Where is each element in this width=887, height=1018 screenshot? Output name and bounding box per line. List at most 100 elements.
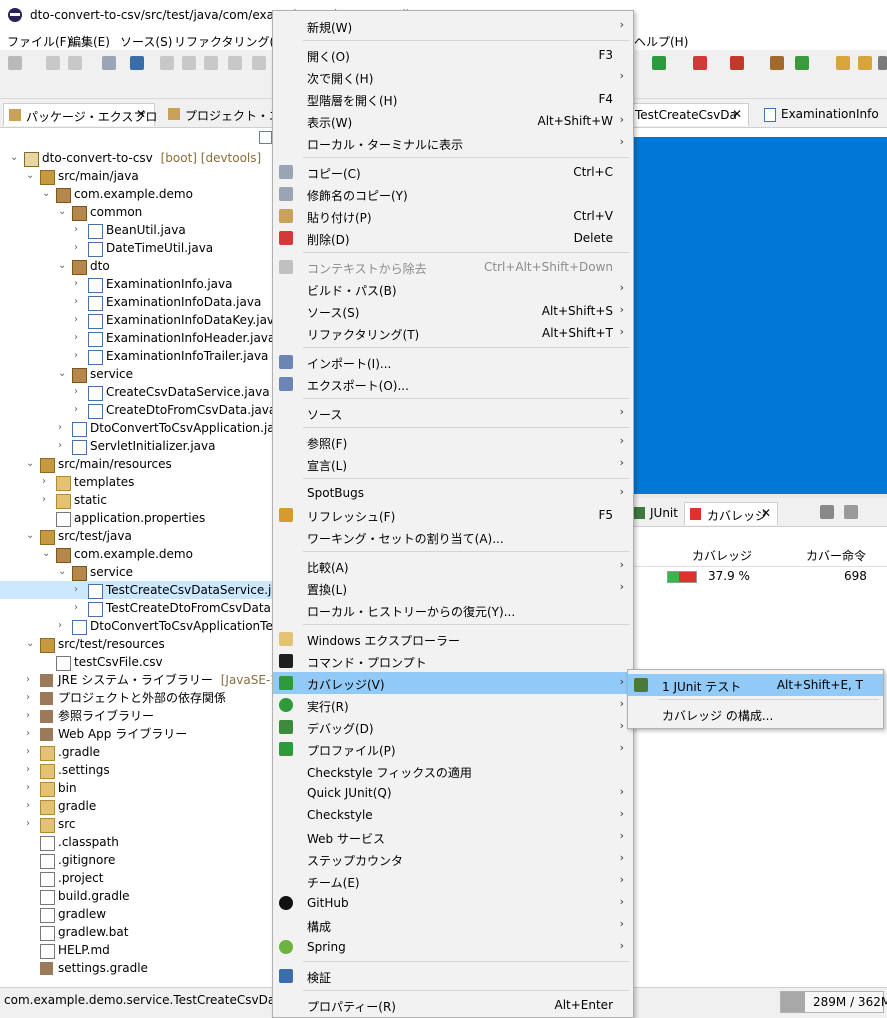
- tree-item[interactable]: ⌄ src/main/java: [0, 167, 272, 185]
- tree-item[interactable]: › src: [0, 815, 272, 833]
- menu-item[interactable]: 修飾名のコピー(Y): [273, 183, 633, 205]
- tree-item[interactable]: › ServletInitializer.java: [0, 437, 272, 455]
- tree-item[interactable]: › ExaminationInfoData.java: [0, 293, 272, 311]
- tree-item[interactable]: testCsvFile.csv: [0, 653, 272, 671]
- step-icon[interactable]: [252, 56, 266, 70]
- chevron-right-icon[interactable]: ›: [58, 437, 68, 455]
- menu-item[interactable]: ステップカウンタ ›: [273, 848, 633, 870]
- chevron-right-icon[interactable]: ›: [74, 329, 84, 347]
- coverage-column-header[interactable]: カバレッジ: [692, 547, 752, 564]
- chevron-right-icon[interactable]: ›: [42, 473, 52, 491]
- chevron-down-icon[interactable]: ⌄: [58, 365, 68, 383]
- menu-item[interactable]: Checkstyle フィックスの適用: [273, 760, 633, 782]
- chevron-down-icon[interactable]: ⌄: [58, 203, 68, 221]
- menu-help[interactable]: ヘルプ(H): [634, 33, 688, 50]
- menu-item[interactable]: インポート(I)...: [273, 351, 633, 373]
- collapse-all-icon[interactable]: [259, 131, 272, 144]
- menu-item[interactable]: 表示(W) Alt+Shift+W ›: [273, 110, 633, 132]
- tree-item[interactable]: ⌄ service: [0, 365, 272, 383]
- menu-edit[interactable]: 編集(E): [69, 33, 110, 50]
- resume-icon[interactable]: [160, 56, 174, 70]
- chevron-right-icon[interactable]: ›: [26, 761, 36, 779]
- menu-item[interactable]: チーム(E) ›: [273, 870, 633, 892]
- tree-item[interactable]: ⌄ src/test/resources: [0, 635, 272, 653]
- heap-status[interactable]: 289M / 362M: [780, 991, 887, 1013]
- chevron-right-icon[interactable]: ›: [26, 707, 36, 725]
- tree-item[interactable]: ⌄ common: [0, 203, 272, 221]
- menu-item[interactable]: リフレッシュ(F) F5: [273, 504, 633, 526]
- menu-item[interactable]: 開く(O) F3: [273, 44, 633, 66]
- tab-package-explorer[interactable]: パッケージ・エクスプロ ✕: [3, 103, 157, 126]
- chevron-right-icon[interactable]: ›: [74, 239, 84, 257]
- chevron-right-icon[interactable]: ›: [58, 617, 68, 635]
- tree-item[interactable]: HELP.md: [0, 941, 272, 959]
- menu-item[interactable]: 次で開く(H) ›: [273, 66, 633, 88]
- tree-item[interactable]: › DateTimeUtil.java: [0, 239, 272, 257]
- search-toolbar-icon[interactable]: [878, 56, 887, 70]
- tab-testcreatecsvdataservice[interactable]: TestCreateCsvDa ✕: [632, 103, 749, 126]
- menu-item[interactable]: プロファイル(P) ›: [273, 738, 633, 760]
- spotbugs-icon[interactable]: [730, 56, 744, 70]
- tree-item[interactable]: › ExaminationInfo.java: [0, 275, 272, 293]
- tree-item[interactable]: › ExaminationInfoHeader.java: [0, 329, 275, 347]
- console-icon[interactable]: [130, 56, 144, 70]
- menu-item[interactable]: カバレッジ の構成...: [628, 703, 883, 725]
- tree-item[interactable]: › gradle: [0, 797, 272, 815]
- suspend-icon[interactable]: [182, 56, 196, 70]
- new-icon[interactable]: [8, 56, 22, 70]
- disconnect-icon[interactable]: [228, 56, 242, 70]
- chevron-right-icon[interactable]: ›: [74, 347, 84, 365]
- menu-item[interactable]: ローカル・ターミナルに表示 ›: [273, 132, 633, 154]
- chevron-right-icon[interactable]: ›: [74, 599, 84, 617]
- menu-item[interactable]: 削除(D) Delete: [273, 227, 633, 249]
- tree-item[interactable]: .gitignore: [0, 851, 272, 869]
- covered-instructions-column-header[interactable]: カバー命令: [806, 547, 866, 564]
- tree-item[interactable]: › CreateDtoFromCsvData.java: [0, 401, 276, 419]
- tree-item[interactable]: gradlew.bat: [0, 923, 272, 941]
- menu-item[interactable]: 実行(R) ›: [273, 694, 633, 716]
- tab-examinationinfo[interactable]: ExaminationInfo: [759, 103, 887, 125]
- menu-item[interactable]: ワーキング・セットの割り当て(A)...: [273, 526, 633, 548]
- tree-item[interactable]: build.gradle: [0, 887, 272, 905]
- chevron-down-icon[interactable]: ⌄: [26, 455, 36, 473]
- tree-item[interactable]: › DtoConvertToCsvApplicationTests.ja: [0, 617, 305, 635]
- tree-item[interactable]: › DtoConvertToCsvApplication.java: [0, 419, 289, 437]
- tree-item[interactable]: ⌄ dto-convert-to-csv [boot] [devtools]: [0, 149, 272, 167]
- tab-coverage[interactable]: カバレッジ ✕: [684, 502, 778, 525]
- view-menu-icon[interactable]: [844, 505, 858, 519]
- tree-item[interactable]: › JRE システム・ライブラリー [JavaSE-17]: [0, 671, 290, 689]
- tree-item[interactable]: ⌄ com.example.demo: [0, 545, 272, 563]
- menu-item[interactable]: 新規(W) ›: [273, 15, 633, 37]
- chevron-right-icon[interactable]: ›: [26, 797, 36, 815]
- tree-item[interactable]: ⌄ dto: [0, 257, 272, 275]
- tab-project-explorer[interactable]: プロジェクト・エクス: [163, 103, 272, 125]
- menu-item[interactable]: ビルド・パス(B) ›: [273, 278, 633, 300]
- menu-item[interactable]: コマンド・プロンプト: [273, 650, 633, 672]
- menu-item[interactable]: 宣言(L) ›: [273, 453, 633, 475]
- tree-item[interactable]: settings.gradle: [0, 959, 272, 977]
- chevron-right-icon[interactable]: ›: [26, 815, 36, 833]
- chevron-right-icon[interactable]: ›: [42, 491, 52, 509]
- menu-item[interactable]: ソース(S) Alt+Shift+S ›: [273, 300, 633, 322]
- menu-item[interactable]: 貼り付け(P) Ctrl+V: [273, 205, 633, 227]
- tree-item[interactable]: › bin: [0, 779, 272, 797]
- chevron-right-icon[interactable]: ›: [26, 689, 36, 707]
- terminate-icon[interactable]: [204, 56, 218, 70]
- menu-item[interactable]: 型階層を開く(H) F4: [273, 88, 633, 110]
- tree-item[interactable]: › ExaminationInfoDataKey.java: [0, 311, 281, 329]
- menu-item[interactable]: SpotBugs ›: [273, 482, 633, 504]
- ant-icon[interactable]: [770, 56, 784, 70]
- chevron-down-icon[interactable]: ⌄: [58, 563, 68, 581]
- menu-file[interactable]: ファイル(F): [7, 33, 71, 50]
- stop-icon[interactable]: [693, 56, 707, 70]
- menu-item[interactable]: コピー(C) Ctrl+C: [273, 161, 633, 183]
- chevron-down-icon[interactable]: ⌄: [42, 545, 52, 563]
- menu-item[interactable]: Checkstyle ›: [273, 804, 633, 826]
- save-all-icon[interactable]: [68, 56, 82, 70]
- tree-item[interactable]: .project: [0, 869, 272, 887]
- menu-item[interactable]: リファクタリング(T) Alt+Shift+T ›: [273, 322, 633, 344]
- chevron-right-icon[interactable]: ›: [74, 581, 84, 599]
- tree-item[interactable]: application.properties: [0, 509, 272, 527]
- menu-item[interactable]: 参照(F) ›: [273, 431, 633, 453]
- tree-item[interactable]: gradlew: [0, 905, 272, 923]
